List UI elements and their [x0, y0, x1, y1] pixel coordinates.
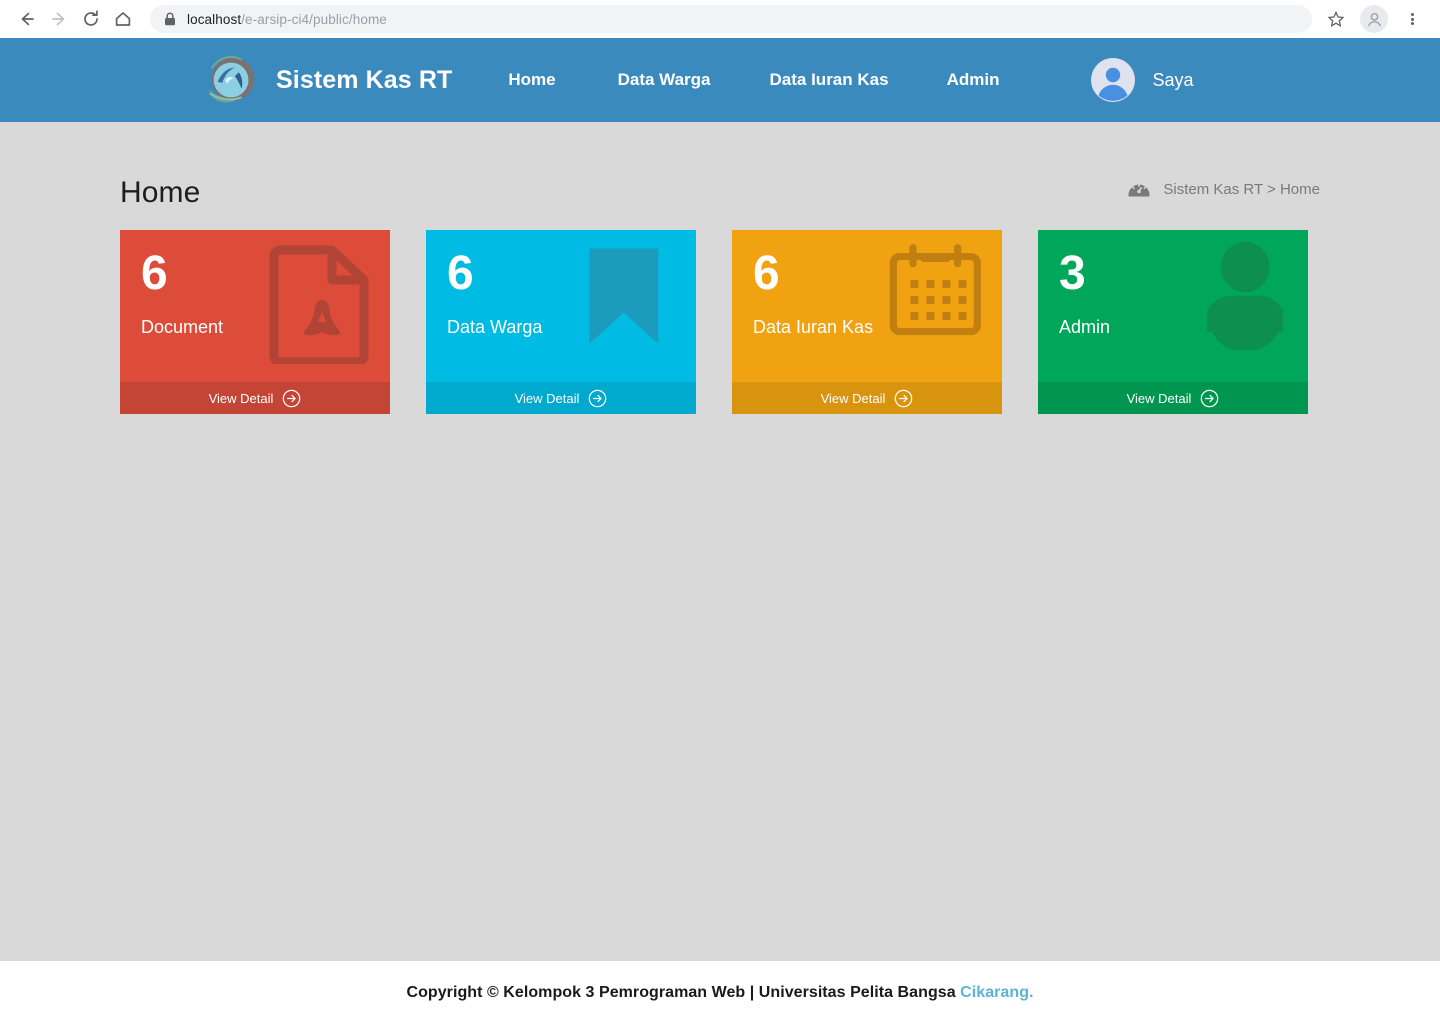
kebab-menu-icon [1411, 12, 1414, 27]
breadcrumb-text: Sistem Kas RT > Home [1163, 181, 1320, 198]
card-count: 6 [141, 251, 390, 297]
profile-avatar-icon [1365, 10, 1384, 29]
card-count: 6 [447, 251, 696, 297]
url-text: localhost/e-arsip-ci4/public/home [187, 12, 387, 27]
url-host: localhost [187, 12, 241, 27]
back-button[interactable] [12, 4, 42, 34]
card-label: Data Iuran Kas [753, 317, 1002, 338]
card-action-label: View Detail [1127, 391, 1192, 406]
page-title: Home [120, 176, 200, 210]
stat-card-document[interactable]: 6 Document View Detail [120, 230, 390, 414]
card-body: 6 Document [120, 230, 390, 382]
stat-card-data-warga[interactable]: 6 Data Warga View Detail [426, 230, 696, 414]
card-view-detail-button[interactable]: View Detail [120, 382, 390, 414]
home-icon [113, 9, 133, 29]
footer-copyright-text: Copyright © Kelompok 3 Pemrograman Web |… [406, 984, 960, 1001]
reload-icon [81, 9, 101, 29]
forward-button[interactable] [44, 4, 74, 34]
stat-cards: 6 Document View Detail 6 Data Warga [120, 230, 1320, 414]
profile-button[interactable] [1360, 5, 1388, 33]
page-content: Home Sistem Kas RT > Home [0, 122, 1440, 961]
arrow-right-circle-icon [282, 389, 301, 408]
nav-item-admin[interactable]: Admin [947, 60, 1000, 100]
url-path: /e-arsip-ci4/public/home [241, 12, 387, 27]
arrow-right-circle-icon [1200, 389, 1219, 408]
card-count: 6 [753, 251, 1002, 297]
browser-menu-button[interactable] [1398, 5, 1426, 33]
arrow-right-circle-icon [894, 389, 913, 408]
card-view-detail-button[interactable]: View Detail [732, 382, 1002, 414]
stat-card-data-iuran-kas[interactable]: 6 Data Iuran Kas View Detail [732, 230, 1002, 414]
site-footer: Copyright © Kelompok 3 Pemrograman Web |… [0, 961, 1440, 1024]
sistem-kas-rt-logo [204, 51, 262, 109]
home-button[interactable] [108, 4, 138, 34]
stat-card-admin[interactable]: 3 Admin View Detail [1038, 230, 1308, 414]
card-view-detail-button[interactable]: View Detail [426, 382, 696, 414]
card-view-detail-button[interactable]: View Detail [1038, 382, 1308, 414]
user-name: Saya [1152, 70, 1193, 91]
nav-item-data-iuran-kas[interactable]: Data Iuran Kas [770, 60, 889, 100]
card-body: 3 Admin [1038, 230, 1308, 382]
lock-icon [164, 12, 176, 26]
brand-title: Sistem Kas RT [276, 66, 452, 95]
nav-item-home[interactable]: Home [508, 60, 555, 100]
nav-item-data-warga[interactable]: Data Warga [618, 60, 711, 100]
arrow-right-circle-icon [588, 389, 607, 408]
brand-link[interactable]: Sistem Kas RT [204, 51, 452, 109]
breadcrumb: Sistem Kas RT > Home [1126, 176, 1320, 202]
nav-links: Home Data Warga Data Iuran Kas Admin [508, 60, 999, 100]
back-arrow-icon [17, 9, 37, 29]
footer-copyright: Copyright © Kelompok 3 Pemrograman Web |… [406, 984, 1033, 1002]
site-navbar: Sistem Kas RT Home Data Warga Data Iuran… [0, 38, 1440, 122]
card-action-label: View Detail [209, 391, 274, 406]
card-count: 3 [1059, 251, 1308, 297]
card-label: Document [141, 317, 390, 338]
user-avatar-icon [1091, 58, 1135, 102]
card-action-label: View Detail [515, 391, 580, 406]
address-bar[interactable]: localhost/e-arsip-ci4/public/home [150, 5, 1312, 33]
card-body: 6 Data Warga [426, 230, 696, 382]
card-body: 6 Data Iuran Kas [732, 230, 1002, 382]
browser-toolbar: localhost/e-arsip-ci4/public/home [0, 0, 1440, 38]
card-action-label: View Detail [821, 391, 886, 406]
user-menu[interactable]: Saya [1091, 58, 1193, 102]
bookmark-star-icon [1327, 10, 1345, 28]
page-header: Home Sistem Kas RT > Home [120, 122, 1320, 210]
footer-city-link[interactable]: Cikarang. [960, 984, 1033, 1001]
card-label: Data Warga [447, 317, 696, 338]
forward-arrow-icon [49, 9, 69, 29]
bookmark-button[interactable] [1322, 5, 1350, 33]
card-label: Admin [1059, 317, 1308, 338]
reload-button[interactable] [76, 4, 106, 34]
tachometer-dashboard-icon [1126, 176, 1152, 202]
